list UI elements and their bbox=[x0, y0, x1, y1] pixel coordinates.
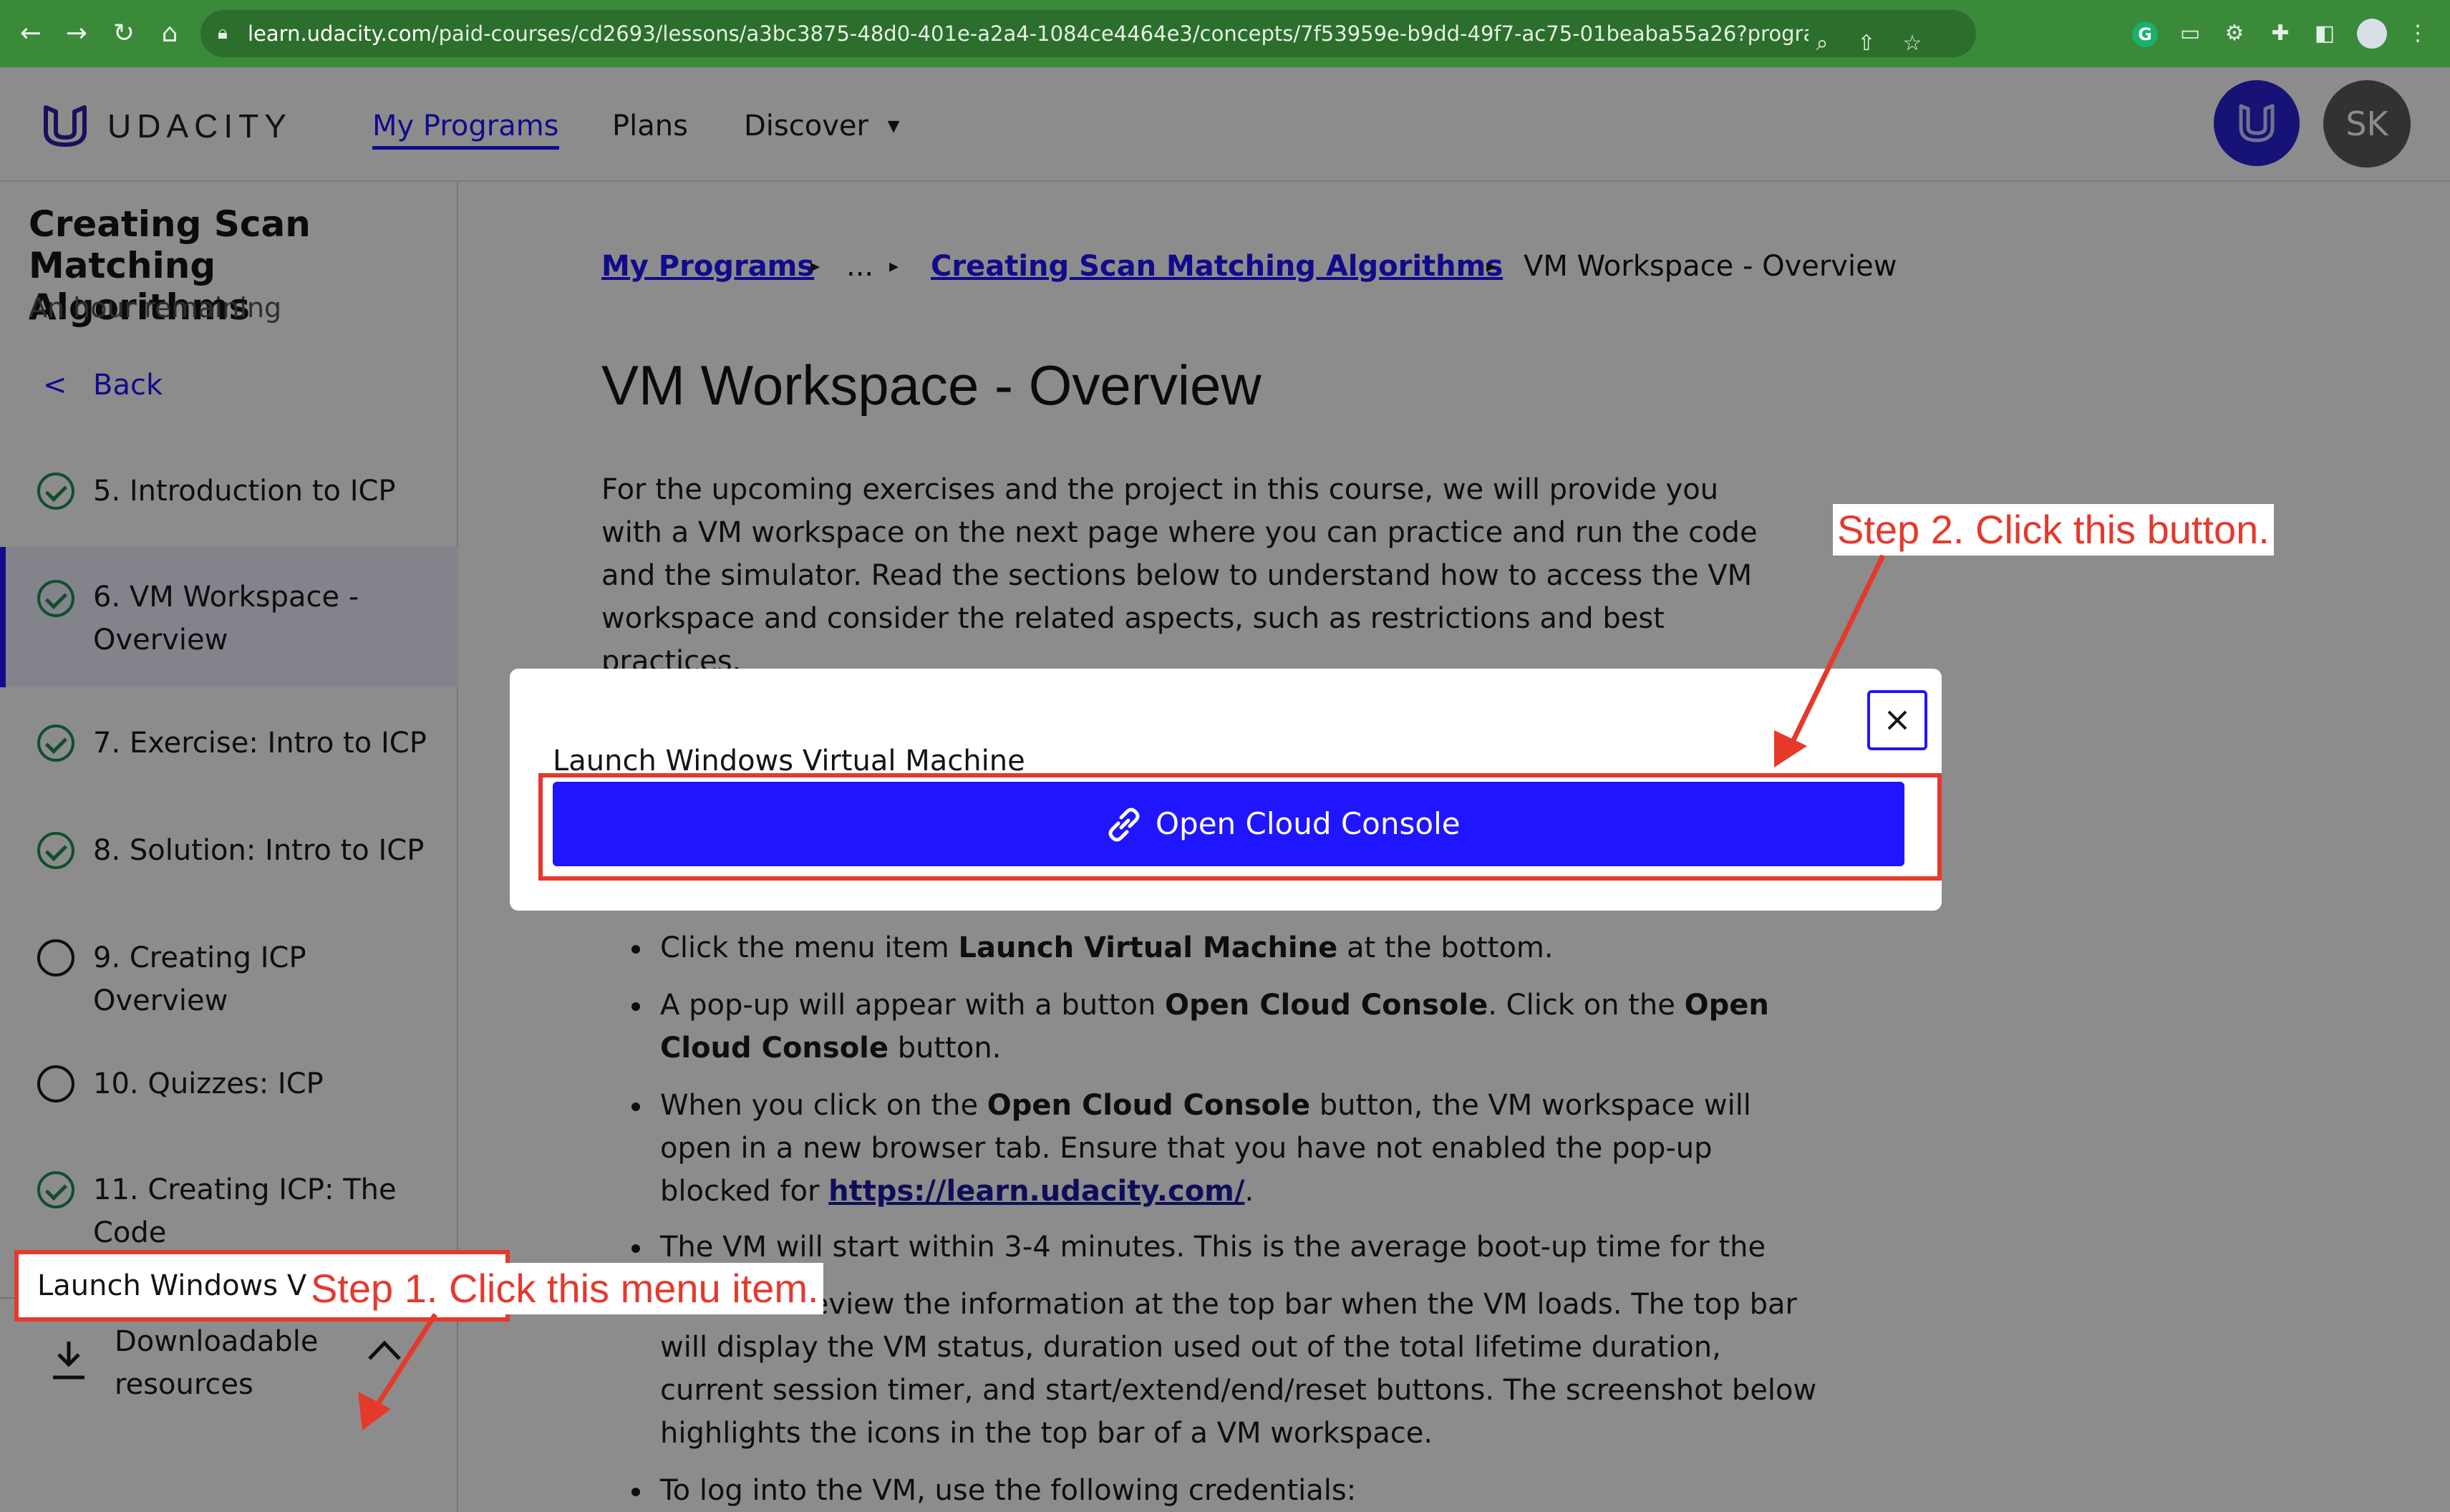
annotation-arrows bbox=[358, 554, 1886, 1430]
arrow-head-step-2 bbox=[1774, 730, 1807, 767]
arrow-step-1 bbox=[374, 1313, 437, 1407]
arrow-step-2 bbox=[1788, 554, 1886, 746]
arrow-head-step-1 bbox=[358, 1392, 391, 1430]
